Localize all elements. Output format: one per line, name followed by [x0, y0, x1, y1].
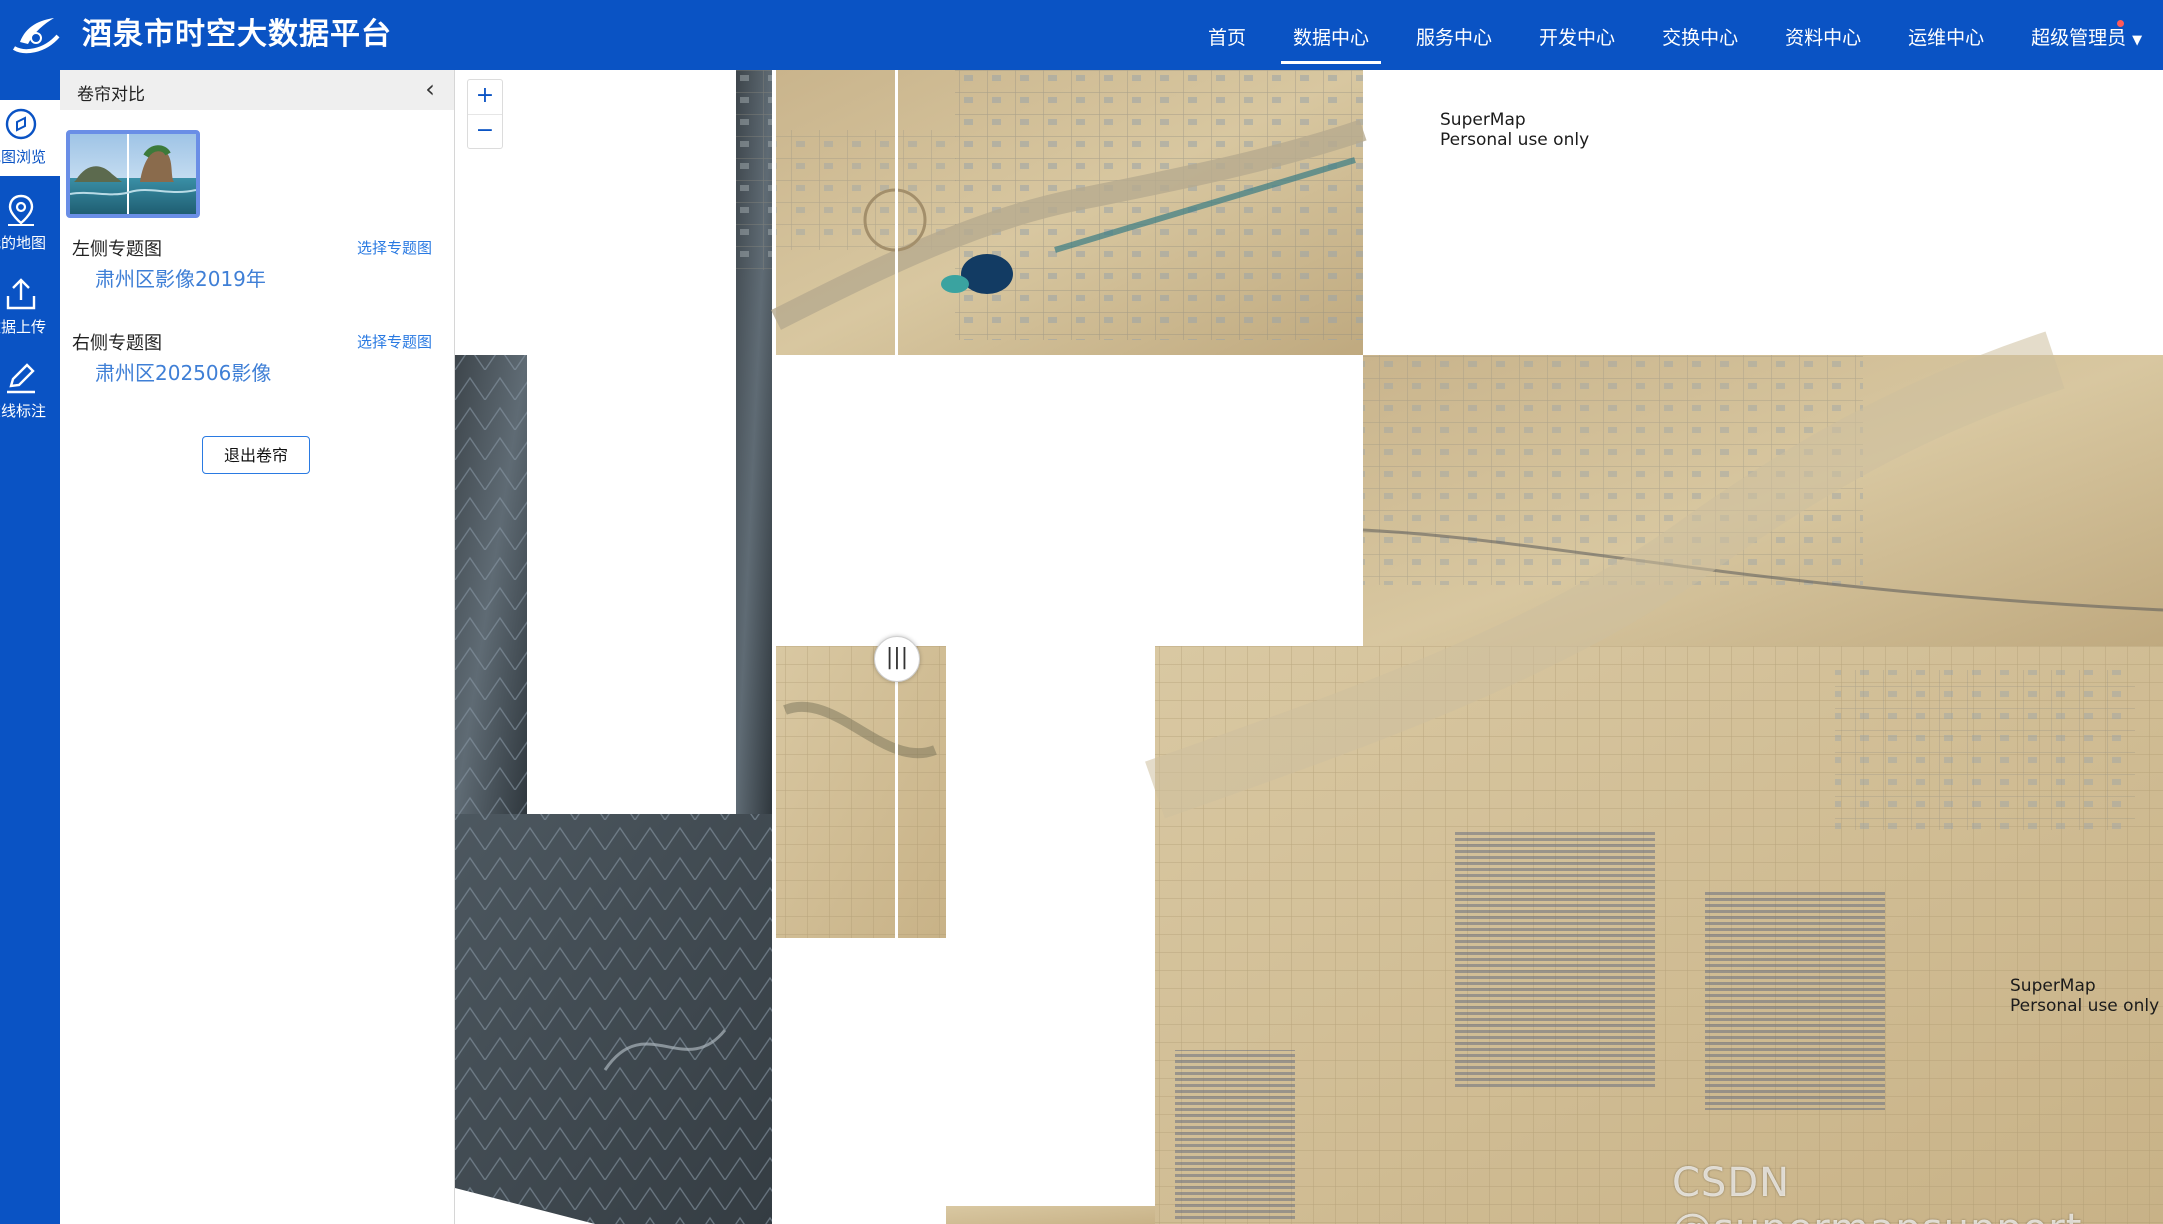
user-name: 超级管理员	[2031, 27, 2127, 49]
rail-label-map-browse: 地图浏览	[0, 148, 47, 166]
edit-pen-icon	[7, 363, 35, 394]
nav-data-center[interactable]: 数据中心	[1281, 0, 1382, 70]
user-menu[interactable]: 超级管理员 ▼	[2031, 0, 2142, 70]
watermark-line-2: Personal use only	[1440, 130, 1590, 150]
swipe-thumbnail[interactable]	[66, 130, 200, 218]
rail-label-online-annotate: 在线标注	[0, 402, 47, 420]
watermark-line-2b: Personal use only	[2010, 996, 2160, 1016]
nav-exchange-center[interactable]: 交换中心	[1662, 0, 1738, 70]
upload-icon	[6, 278, 36, 310]
rail-my-map[interactable]: 我的地图	[0, 186, 60, 262]
rail-label-my-map: 我的地图	[0, 234, 47, 252]
app-title: 酒泉市时空大数据平台	[82, 17, 392, 52]
left-theme-value: 肃州区影像2019年	[95, 267, 266, 291]
nav-resource-center[interactable]: 资料中心	[1785, 0, 1861, 70]
nav-dev-center[interactable]: 开发中心	[1539, 0, 1615, 70]
watermark-line-1: SuperMap	[1440, 110, 1526, 130]
left-select-theme-link[interactable]: 选择专题图	[357, 237, 432, 258]
collapse-chevron-icon[interactable]: ‹	[418, 76, 442, 104]
rail-label-data-upload: 数据上传	[0, 318, 47, 336]
compass-icon	[5, 108, 37, 140]
watermark-line-1b: SuperMap	[2010, 976, 2096, 996]
rail-data-upload[interactable]: 数据上传	[0, 270, 60, 346]
top-header: 酒泉市时空大数据平台 首页 数据中心 服务中心 开发中心 交换中心 资料中心 运…	[0, 0, 2163, 70]
supermap-watermark-top: SuperMap Personal use only	[1440, 110, 1589, 150]
rail-map-browse[interactable]: 地图浏览	[0, 100, 60, 176]
exit-swipe-button[interactable]: 退出卷帘	[202, 436, 310, 474]
swipe-handle[interactable]: |||	[874, 636, 920, 682]
right-theme-value: 肃州区202506影像	[95, 361, 272, 385]
panel-title: 卷帘对比	[77, 85, 145, 105]
map-pin-icon	[8, 194, 34, 226]
notification-dot	[2117, 20, 2125, 27]
zoom-control: + −	[467, 79, 503, 149]
caret-down-icon: ▼	[2132, 33, 2143, 48]
nav-home[interactable]: 首页	[1208, 0, 1246, 70]
imagery-tiles	[455, 70, 2163, 1224]
nav-ops-center[interactable]: 运维中心	[1908, 0, 1984, 70]
right-theme-label: 右侧专题图	[72, 333, 162, 354]
swipe-compare-panel: 卷帘对比 ‹ 左侧专题图 选择专题图 肃州区影像2019年 右侧专题图 选择专题…	[60, 70, 455, 1224]
platform-logo-icon	[12, 18, 60, 54]
nav-service-center[interactable]: 服务中心	[1416, 0, 1492, 70]
csdn-credit-watermark: CSDN @supermapsupport	[1672, 1160, 2081, 1224]
panel-header: 卷帘对比 ‹	[60, 70, 454, 110]
map-canvas[interactable]: + − SuperMap Personal use only SuperMap …	[455, 70, 2163, 1224]
left-icon-rail: 地图浏览 我的地图 数据上传 在线标注	[0, 70, 60, 1224]
zoom-in-button[interactable]: +	[468, 80, 502, 114]
right-select-theme-link[interactable]: 选择专题图	[357, 331, 432, 352]
rail-online-annotate[interactable]: 在线标注	[0, 354, 60, 430]
swipe-preview-image	[70, 134, 196, 214]
main-nav: 首页 数据中心 服务中心 开发中心 交换中心 资料中心 运维中心 超级管理员 ▼	[1208, 0, 2142, 70]
zoom-out-button[interactable]: −	[468, 114, 502, 149]
left-theme-label: 左侧专题图	[72, 239, 162, 260]
supermap-watermark-bottom: SuperMap Personal use only	[2010, 976, 2159, 1016]
